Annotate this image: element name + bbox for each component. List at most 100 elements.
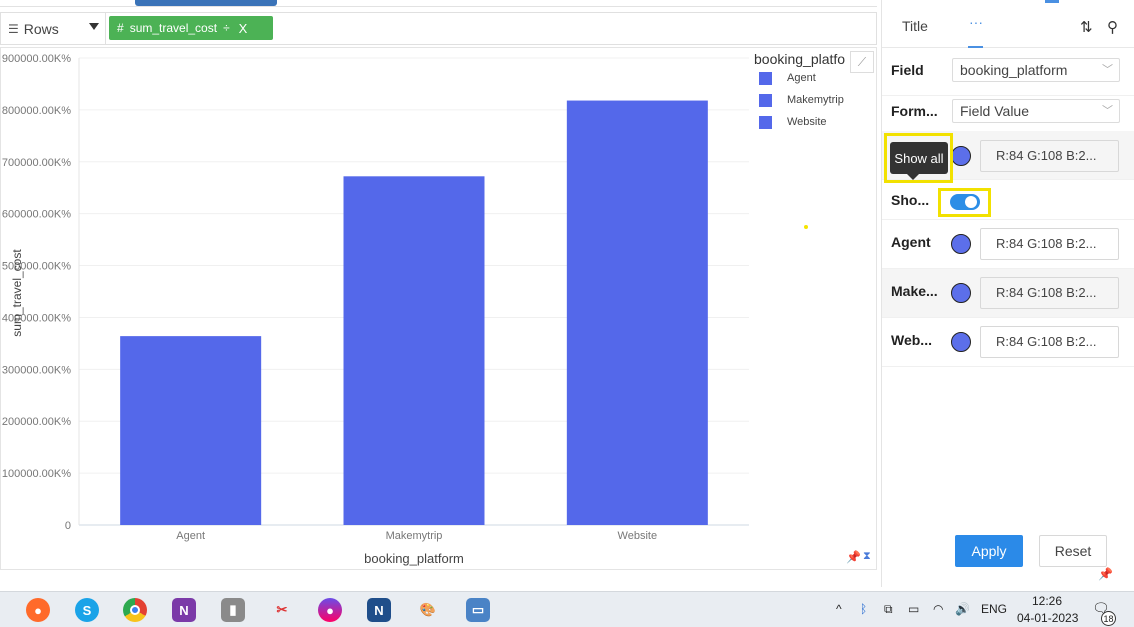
color-input[interactable]: R:84 G:108 B:2... <box>980 228 1119 260</box>
y-tick-label: 0 <box>65 520 71 532</box>
chart-panel: 0 100000.00K% 200000.00K% 300000.00K% 400000… <box>0 47 877 570</box>
field-label: Field <box>891 62 924 78</box>
x-tick-label: Makemytrip <box>386 530 443 542</box>
chevron-down-icon: ﹀ <box>1102 105 1113 117</box>
tooltip: Show all <box>890 142 948 174</box>
rows-dropdown-icon[interactable] <box>89 23 99 30</box>
recorder-icon[interactable]: ▮ <box>221 598 245 622</box>
reset-button[interactable]: Reset <box>1039 535 1107 567</box>
clock-date[interactable]: 04-01-2023 <box>1017 611 1078 625</box>
legend-swatch <box>759 71 772 85</box>
panel-top-indicator <box>1045 0 1059 3</box>
y-axis-title: sum_travel_cost <box>10 249 24 337</box>
window-icon[interactable]: ▭ <box>466 598 490 622</box>
series-label: Make... <box>891 283 938 299</box>
tooltip-arrow <box>907 174 919 180</box>
close-icon[interactable]: X <box>239 21 248 36</box>
notepad-icon[interactable]: N <box>367 598 391 622</box>
bar-chart: 0100000.00K%200000.00K%300000.00K%400000… <box>2 53 749 566</box>
series-label: Agent <box>891 234 931 250</box>
format-label: Form... <box>891 103 938 119</box>
y-tick-label: 700000.00K% <box>2 157 71 169</box>
legend: booking_platfo Agent Makemytrip Website <box>754 51 849 133</box>
tab-more[interactable]: ··· <box>969 14 983 30</box>
show-label: Sho... <box>891 192 930 208</box>
notification-count: 18 <box>1101 611 1116 626</box>
x-tick-label: Website <box>618 530 658 542</box>
battery-icon[interactable]: ▭ <box>908 602 919 616</box>
y-tick-label: 800000.00K% <box>2 105 71 117</box>
clock-time[interactable]: 12:26 <box>1032 594 1062 608</box>
y-tick-label: 900000.00K% <box>2 53 71 65</box>
bar[interactable] <box>343 176 485 525</box>
color-swatch[interactable] <box>951 146 971 166</box>
language-indicator[interactable]: ENG <box>981 602 1007 616</box>
legend-item-makemytrip[interactable]: Makemytrip <box>754 89 849 111</box>
y-tick-label: 300000.00K% <box>2 364 71 376</box>
show-all-row: Sho... <box>882 180 1134 220</box>
series-label: Web... <box>891 332 932 348</box>
legend-swatch <box>759 115 772 129</box>
pin-icon[interactable]: 📌 <box>1098 567 1113 581</box>
chart-pin-controls: 📌 ⧗ <box>846 550 871 564</box>
apply-button[interactable]: Apply <box>955 535 1023 567</box>
sort-icon[interactable]: ⇅ <box>1080 18 1093 36</box>
legend-label: Website <box>787 116 827 128</box>
snipping-icon[interactable]: ✂ <box>270 598 294 622</box>
color-swatch[interactable] <box>951 234 971 254</box>
y-tick-label: 600000.00K% <box>2 209 71 221</box>
legend-item-agent[interactable]: Agent <box>754 67 849 89</box>
top-divider <box>0 6 877 7</box>
paint-icon[interactable]: 🎨 <box>416 598 440 622</box>
rows-shelf: ☰ Rows # sum_travel_cost ÷ X <box>0 12 877 45</box>
rows-icon: ☰ <box>8 21 19 36</box>
search-icon[interactable]: ⚲ <box>1107 18 1118 36</box>
x-axis-title: booking_platform <box>364 551 464 566</box>
series-row-website: Web... R:84 G:108 B:2... <box>882 318 1134 367</box>
chevron-up-icon[interactable]: ^ <box>836 602 842 616</box>
cursor-marker <box>804 225 808 229</box>
bar[interactable] <box>566 100 708 525</box>
y-tick-label: 200000.00K% <box>2 416 71 428</box>
toggle-knob <box>965 196 977 208</box>
legend-swatch <box>759 93 772 107</box>
chrome-icon[interactable] <box>123 598 147 622</box>
firefox-dev-icon[interactable]: ● <box>318 598 342 622</box>
series-row-makemytrip: Make... R:84 G:108 B:2... <box>882 269 1134 318</box>
series-row-agent: Agent R:84 G:108 B:2... <box>882 220 1134 269</box>
properties-panel: Title ··· ⇅ ⚲ Field booking_platform ﹀ F… <box>881 0 1134 587</box>
legend-label: Agent <box>787 72 816 84</box>
color-swatch[interactable] <box>951 332 971 352</box>
panel-tabs: Title ··· ⇅ ⚲ <box>882 8 1134 48</box>
format-select-value: Field Value <box>960 103 1030 119</box>
color-input[interactable]: R:84 G:108 B:2... <box>980 277 1119 309</box>
chart-type-icon[interactable]: ⟋ <box>850 51 874 73</box>
measure-pill[interactable]: # sum_travel_cost ÷ X <box>109 16 273 40</box>
pin-icon[interactable]: 📌 <box>846 550 861 564</box>
color-input[interactable]: R:84 G:108 B:2... <box>980 140 1119 172</box>
firefox-icon[interactable]: ● <box>26 598 50 622</box>
wifi-icon[interactable]: ◠ <box>933 602 943 616</box>
tab-title[interactable]: Title <box>902 18 928 34</box>
hash-icon: # <box>117 21 124 35</box>
onenote-icon[interactable]: N <box>172 598 196 622</box>
skype-icon[interactable]: S <box>75 598 99 622</box>
bluetooth-icon[interactable]: ᛒ <box>860 602 867 616</box>
color-swatch[interactable] <box>951 283 971 303</box>
rows-shelf-label[interactable]: ☰ Rows <box>1 13 106 44</box>
measure-pill-label: sum_travel_cost <box>129 21 218 35</box>
bar[interactable] <box>120 336 262 525</box>
color-input[interactable]: R:84 G:108 B:2... <box>980 326 1119 358</box>
meet-icon[interactable]: ⧉ <box>884 602 893 617</box>
field-select-value: booking_platform <box>960 62 1068 78</box>
format-select[interactable]: Field Value ﹀ <box>952 99 1120 123</box>
legend-item-website[interactable]: Website <box>754 111 849 133</box>
field-select[interactable]: booking_platform ﹀ <box>952 58 1120 82</box>
format-row: Form... Field Value ﹀ <box>882 89 1134 137</box>
hourglass-icon[interactable]: ⧗ <box>863 550 871 564</box>
divide-icon[interactable]: ÷ <box>223 21 230 35</box>
legend-label: Makemytrip <box>787 94 844 106</box>
volume-icon[interactable]: 🔊 <box>955 602 970 616</box>
x-tick-label: Agent <box>176 530 205 542</box>
legend-title: booking_platfo <box>754 51 846 67</box>
